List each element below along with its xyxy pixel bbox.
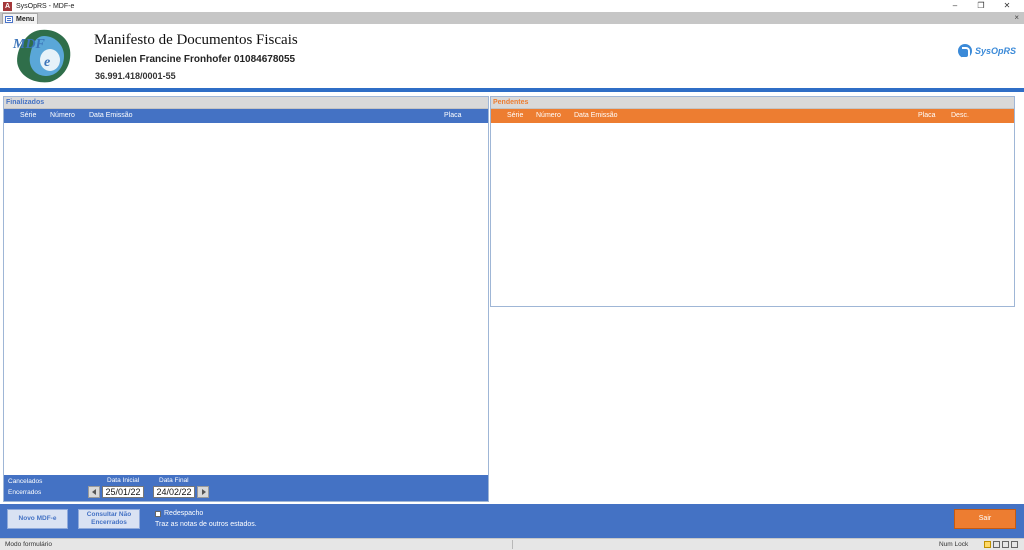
previous-period-icon[interactable] — [88, 486, 100, 498]
mdfe-logo-icon: MDF e — [12, 29, 71, 83]
data-inicial-label: Data Inicial — [107, 477, 140, 484]
novo-mdfe-button[interactable]: Novo MDF-e — [7, 509, 68, 529]
close-tab-icon[interactable]: × — [1014, 12, 1019, 24]
sair-button[interactable]: Sair — [954, 509, 1016, 529]
redespacho-label[interactable]: Redespacho — [164, 510, 203, 517]
finalizados-panel: Finalizados Série Número Data Emissão Pl… — [3, 96, 489, 502]
close-window-button[interactable]: ✕ — [994, 0, 1020, 12]
sysoprs-logo-icon — [957, 44, 972, 59]
form-view-icon[interactable] — [984, 541, 991, 548]
window-title: SysOpRS - MDF-e — [16, 2, 75, 10]
col-data-emissao[interactable]: Data Emissão — [89, 109, 133, 123]
consultar-nao-encerrados-button[interactable]: Consultar Não Encerrados — [78, 509, 140, 529]
finalizados-column-headers: Série Número Data Emissão Placa — [4, 109, 488, 123]
consultar-label-line1: Consultar Não — [86, 511, 132, 518]
col-serie[interactable]: Série — [507, 109, 523, 123]
company-cnpj: 36.991.418/0001-55 — [95, 71, 176, 81]
date-filter-bar: Cancelados Encerrados Data Inicial Data … — [4, 475, 488, 501]
encerrados-label[interactable]: Encerrados — [8, 489, 41, 496]
cancelados-label[interactable]: Cancelados — [8, 478, 42, 485]
design-view-icon[interactable] — [1011, 541, 1018, 548]
layout-view-icon[interactable] — [1002, 541, 1009, 548]
col-numero[interactable]: Número — [50, 109, 75, 123]
redespacho-checkbox[interactable] — [155, 511, 161, 517]
form-header: MDF e Manifesto de Documentos Fiscais De… — [0, 24, 1024, 88]
next-period-icon[interactable] — [197, 486, 209, 498]
svg-text:MDF: MDF — [12, 37, 46, 52]
col-placa[interactable]: Placa — [444, 109, 462, 123]
action-bar: Novo MDF-e Consultar Não Encerrados Rede… — [0, 504, 1024, 538]
finalizados-title: Finalizados — [4, 97, 488, 109]
status-bar: Modo formulário Num Lock — [0, 538, 1024, 550]
title-bar: A SysOpRS - MDF-e ‒ ❐ ✕ — [0, 0, 1024, 12]
minimize-button[interactable]: ‒ — [942, 0, 968, 12]
redespacho-note: Traz as notas de outros estados. — [155, 521, 257, 528]
tab-menu[interactable]: Menu — [2, 13, 38, 24]
access-app-icon: A — [3, 1, 12, 11]
consultar-label-line2: Encerrados — [91, 519, 127, 526]
tab-menu-label: Menu — [16, 15, 35, 23]
view-switcher — [982, 541, 1018, 548]
pendentes-list[interactable] — [491, 124, 1014, 306]
finalizados-list[interactable] — [4, 124, 488, 475]
col-numero[interactable]: Número — [536, 109, 561, 123]
col-placa[interactable]: Placa — [918, 109, 936, 123]
col-desc[interactable]: Desc. — [951, 109, 969, 123]
window-controls: ‒ ❐ ✕ — [942, 0, 1020, 12]
datasheet-view-icon[interactable] — [993, 541, 1000, 548]
col-data-emissao[interactable]: Data Emissão — [574, 109, 618, 123]
pendentes-column-headers: Série Número Data Emissão Placa Desc. — [491, 109, 1014, 123]
col-serie[interactable]: Série — [20, 109, 36, 123]
restore-button[interactable]: ❐ — [968, 0, 994, 12]
sysoprs-brand: SysOpRS — [957, 44, 1016, 59]
data-inicial-field[interactable]: 25/01/22 — [102, 486, 144, 498]
status-divider — [512, 540, 513, 549]
form-icon — [5, 15, 13, 23]
brand-name: SysOpRS — [974, 46, 1016, 56]
pendentes-panel: Pendentes Série Número Data Emissão Plac… — [490, 96, 1015, 307]
company-name: Denielen Francine Fronhofer 01084678055 — [95, 54, 296, 65]
data-final-field[interactable]: 24/02/22 — [153, 486, 195, 498]
svg-text:e: e — [44, 55, 50, 70]
document-tab-bar: Menu × — [0, 12, 1024, 24]
view-mode-status: Modo formulário — [5, 541, 52, 548]
pendentes-title: Pendentes — [491, 97, 1014, 109]
data-final-label: Data Final — [159, 477, 189, 484]
num-lock-status: Num Lock — [939, 541, 969, 548]
header-divider — [0, 88, 1024, 92]
page-title: Manifesto de Documentos Fiscais — [94, 32, 298, 48]
